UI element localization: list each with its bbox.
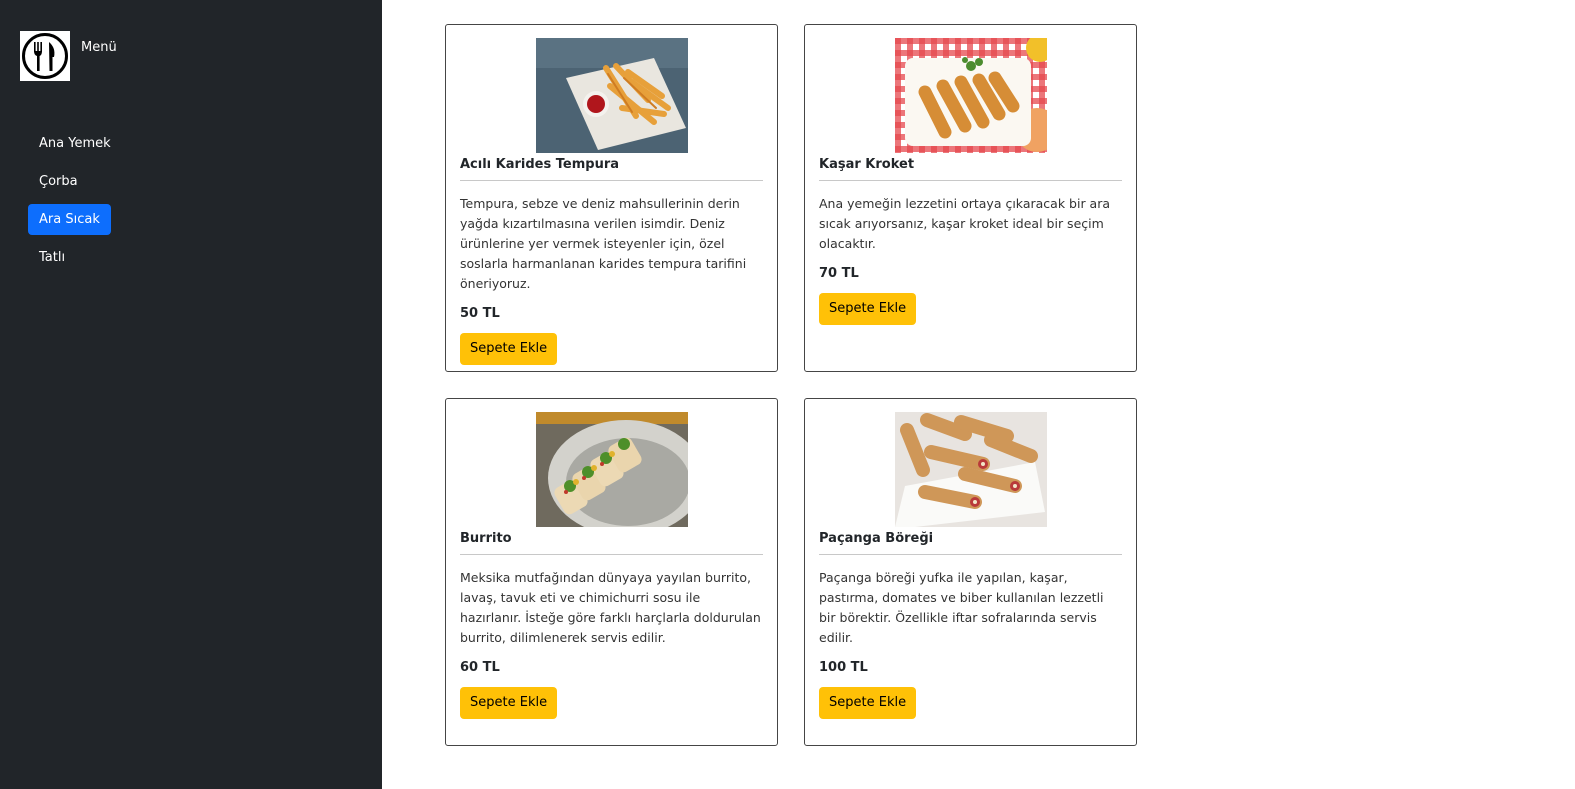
product-image-pacanga [894,412,1047,527]
sidebar-item-ara-sicak[interactable]: Ara Sıcak [28,204,111,235]
product-description: Tempura, sebze ve deniz mahsullerinin de… [460,196,747,291]
product-image-burrito [535,412,688,527]
product-description: Ana yemeğin lezzetini ortaya çıkaracak b… [819,196,1111,251]
add-to-cart-button[interactable]: Sepete Ekle [460,687,558,719]
sidebar-item-corba[interactable]: Çorba [28,166,89,197]
product-price: 100 TL [819,660,868,675]
divider [460,180,763,181]
product-card: Kaşar Kroket Ana yemeğin lezzetini ortay… [804,24,1137,372]
sidebar-nav: Ana Yemek Çorba Ara Sıcak Tatlı [28,128,122,280]
product-description: Meksika mutfağından dünyaya yayılan burr… [460,570,761,645]
brand-label: Menü [81,39,117,55]
product-title: Acılı Karides Tempura [460,157,620,172]
sidebar-item-ana-yemek[interactable]: Ana Yemek [28,128,122,159]
product-image-tempura [535,38,688,153]
product-image-kroket [894,38,1047,153]
product-card: Burrito Meksika mutfağından dünyaya yayı… [445,398,778,746]
sidebar-item-tatli[interactable]: Tatlı [28,242,76,273]
product-title: Kaşar Kroket [819,157,915,172]
product-card: Paçanga Böreği Paçanga böreği yufka ile … [804,398,1137,746]
product-price: 60 TL [460,660,500,675]
product-title: Paçanga Böreği [819,531,934,546]
add-to-cart-button[interactable]: Sepete Ekle [460,333,558,365]
add-to-cart-button[interactable]: Sepete Ekle [819,687,917,719]
product-price: 70 TL [819,266,859,281]
brand[interactable]: Menü [20,31,117,81]
product-price: 50 TL [460,306,500,321]
product-description: Paçanga böreği yufka ile yapılan, kaşar,… [819,570,1104,645]
fork-knife-icon [20,31,70,81]
divider [460,554,763,555]
add-to-cart-button[interactable]: Sepete Ekle [819,293,917,325]
product-title: Burrito [460,531,512,546]
sidebar: Menü Ana Yemek Çorba Ara Sıcak Tatlı [0,0,382,789]
product-card: Acılı Karides Tempura Tempura, sebze ve … [445,24,778,372]
divider [819,180,1122,181]
divider [819,554,1122,555]
